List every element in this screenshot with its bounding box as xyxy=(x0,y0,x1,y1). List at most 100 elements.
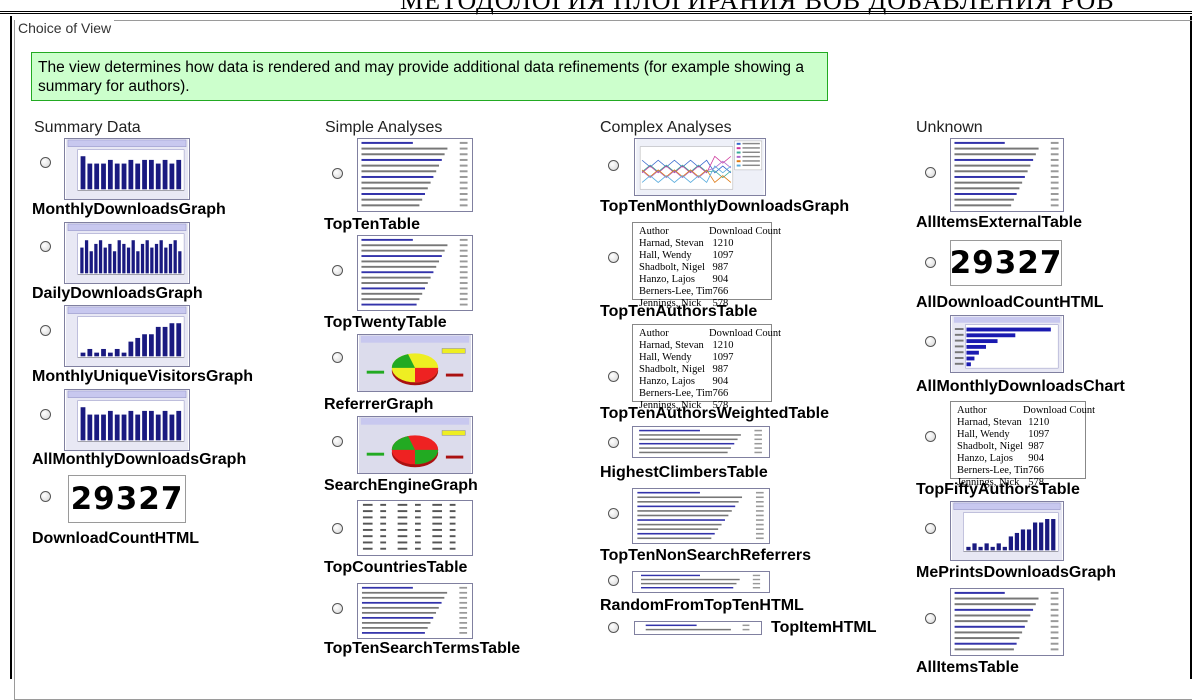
column-heading-complex: Complex Analyses xyxy=(600,119,732,136)
label-top-ten-authors-weighted-table[interactable]: TopTenAuthorsWeightedTable xyxy=(600,405,829,423)
label-monthly-unique-visitors-graph[interactable]: MonthlyUniqueVisitorsGraph xyxy=(32,368,253,386)
radio-search-engine-graph[interactable] xyxy=(332,436,343,447)
top-ten-non-search-referrers-preview xyxy=(632,488,770,544)
top-fifty-authors-table-preview: Author Download Count Harnad, Stevan 1210 Ha… xyxy=(950,401,1096,488)
author-table-row: Shadbolt, Nigel 987 xyxy=(957,441,1083,453)
radio-download-count-html[interactable] xyxy=(40,491,51,502)
author-table-row: Harnad, Stevan 1210 xyxy=(957,417,1083,429)
author-name: Hall, Wendy xyxy=(639,352,692,363)
all-items-external-table-preview xyxy=(950,138,1064,212)
radio-top-item-html[interactable] xyxy=(608,622,619,633)
author-name: Berners-Lee, Tim xyxy=(957,465,1029,476)
author-table-row: Hanzo, Lajos 904 xyxy=(957,453,1083,465)
monthly-unique-visitors-graph-preview xyxy=(64,305,190,367)
radio-all-monthly-downloads-graph[interactable] xyxy=(40,409,51,420)
radio-all-items-external-table[interactable] xyxy=(925,167,936,178)
label-all-items-table[interactable]: AllItemsTable xyxy=(916,659,1019,677)
label-all-items-external-table[interactable]: AllItemsExternalTable xyxy=(916,214,1082,232)
author-name: Hanzo, Lajos xyxy=(639,376,695,387)
radio-all-items-table[interactable] xyxy=(925,613,936,624)
label-top-fifty-authors-table[interactable]: TopFiftyAuthorsTable xyxy=(916,481,1080,499)
referrer-graph-preview xyxy=(357,334,473,392)
label-monthly-downloads-graph[interactable]: MonthlyDownloadsGraph xyxy=(32,201,226,219)
author-table-row: Shadbolt, Nigel 987 xyxy=(639,262,769,274)
download-count: 1210 xyxy=(712,340,734,351)
random-from-top-ten-html-preview xyxy=(632,571,770,593)
label-download-count-html[interactable]: DownloadCountHTML xyxy=(32,530,199,548)
radio-monthly-unique-visitors-graph[interactable] xyxy=(40,325,51,336)
radio-top-ten-authors-weighted-table[interactable] xyxy=(608,371,619,382)
author-table-header: Author Download Count xyxy=(957,405,1096,417)
label-all-monthly-downloads-chart[interactable]: AllMonthlyDownloadsChart xyxy=(916,378,1125,396)
top-ten-table-preview xyxy=(357,138,473,212)
author-table-header: Author Download Count xyxy=(639,328,782,340)
radio-meprints-downloads-graph[interactable] xyxy=(925,523,936,534)
author-name: Author xyxy=(639,328,669,339)
label-daily-downloads-graph[interactable]: DailyDownloadsGraph xyxy=(32,285,203,303)
label-referrer-graph[interactable]: ReferrerGraph xyxy=(324,396,433,414)
author-table-row: Hall, Wendy 1097 xyxy=(639,352,769,364)
radio-top-ten-monthly-downloads-graph[interactable] xyxy=(608,160,619,171)
author-table-row: Hall, Wendy 1097 xyxy=(639,250,769,262)
author-name: Shadbolt, Nigel xyxy=(639,364,705,375)
download-count: 766 xyxy=(1028,465,1044,476)
label-search-engine-graph[interactable]: SearchEngineGraph xyxy=(324,477,478,495)
download-count: 1097 xyxy=(1028,429,1050,440)
label-top-item-html[interactable]: TopItemHTML xyxy=(771,619,876,637)
author-name: Author xyxy=(639,226,669,237)
download-count: Download Count xyxy=(709,226,782,237)
download-count: 904 xyxy=(712,376,729,387)
radio-all-monthly-downloads-chart[interactable] xyxy=(925,336,936,347)
top-ten-search-terms-table-preview xyxy=(357,583,473,639)
download-count: 1210 xyxy=(1028,417,1050,428)
label-top-countries-table[interactable]: TopCountriesTable xyxy=(324,559,467,577)
label-highest-climbers-table[interactable]: HighestClimbersTable xyxy=(600,464,768,482)
author-table-row: Berners-Lee, Tim 766 xyxy=(639,388,769,400)
radio-top-ten-search-terms-table[interactable] xyxy=(332,603,343,614)
radio-top-ten-non-search-referrers[interactable] xyxy=(608,508,619,519)
radio-referrer-graph[interactable] xyxy=(332,352,343,363)
label-meprints-downloads-graph[interactable]: MePrintsDownloadsGraph xyxy=(916,564,1116,582)
author-name: Harnad, Stevan xyxy=(957,417,1022,428)
all-download-count-preview: 29327 xyxy=(950,240,1062,286)
info-message: The view determines how data is rendered… xyxy=(31,52,828,101)
radio-highest-climbers-table[interactable] xyxy=(608,437,619,448)
download-count: Download Count xyxy=(1023,405,1096,416)
download-count-preview: 29327 xyxy=(68,475,186,523)
highest-climbers-table-preview xyxy=(632,426,770,458)
author-name: Hanzo, Lajos xyxy=(639,274,695,285)
label-top-ten-non-search-referrers[interactable]: TopTenNonSearchReferrers xyxy=(600,547,811,565)
author-table-row: Hall, Wendy 1097 xyxy=(957,429,1083,441)
label-all-monthly-downloads-graph[interactable]: AllMonthlyDownloadsGraph xyxy=(32,451,246,469)
download-count: 987 xyxy=(712,262,729,273)
radio-monthly-downloads-graph[interactable] xyxy=(40,157,51,168)
download-count: Download Count xyxy=(709,328,782,339)
label-random-from-top-ten-html[interactable]: RandomFromTopTenHTML xyxy=(600,597,804,615)
download-count: 1097 xyxy=(712,250,734,261)
author-table-row: Harnad, Stevan 1210 xyxy=(639,238,769,250)
top-countries-table-preview xyxy=(357,500,473,556)
label-top-twenty-table[interactable]: TopTwentyTable xyxy=(324,314,447,332)
page-frame-left xyxy=(10,16,12,679)
download-count: 904 xyxy=(712,274,729,285)
label-top-ten-table[interactable]: TopTenTable xyxy=(324,216,420,234)
radio-top-countries-table[interactable] xyxy=(332,523,343,534)
label-top-ten-monthly-downloads-graph[interactable]: TopTenMonthlyDownloadsGraph xyxy=(600,198,849,216)
radio-all-download-count-html[interactable] xyxy=(925,257,936,268)
radio-top-fifty-authors-table[interactable] xyxy=(925,431,936,442)
radio-daily-downloads-graph[interactable] xyxy=(40,241,51,252)
top-twenty-table-preview xyxy=(357,235,473,311)
radio-top-ten-table[interactable] xyxy=(332,168,343,179)
radio-top-ten-authors-table[interactable] xyxy=(608,252,619,263)
download-count: 1097 xyxy=(712,352,734,363)
author-name: Hall, Wendy xyxy=(639,250,692,261)
all-monthly-downloads-graph-preview xyxy=(64,389,190,451)
radio-random-from-top-ten-html[interactable] xyxy=(608,575,619,586)
label-top-ten-search-terms-table[interactable]: TopTenSearchTermsTable xyxy=(324,640,520,658)
radio-top-twenty-table[interactable] xyxy=(332,265,343,276)
download-count: 766 xyxy=(712,388,729,399)
daily-downloads-graph-preview xyxy=(64,222,190,284)
author-name: Shadbolt, Nigel xyxy=(639,262,705,273)
label-all-download-count-html[interactable]: AllDownloadCountHTML xyxy=(916,294,1104,312)
label-top-ten-authors-table[interactable]: TopTenAuthorsTable xyxy=(600,303,757,321)
